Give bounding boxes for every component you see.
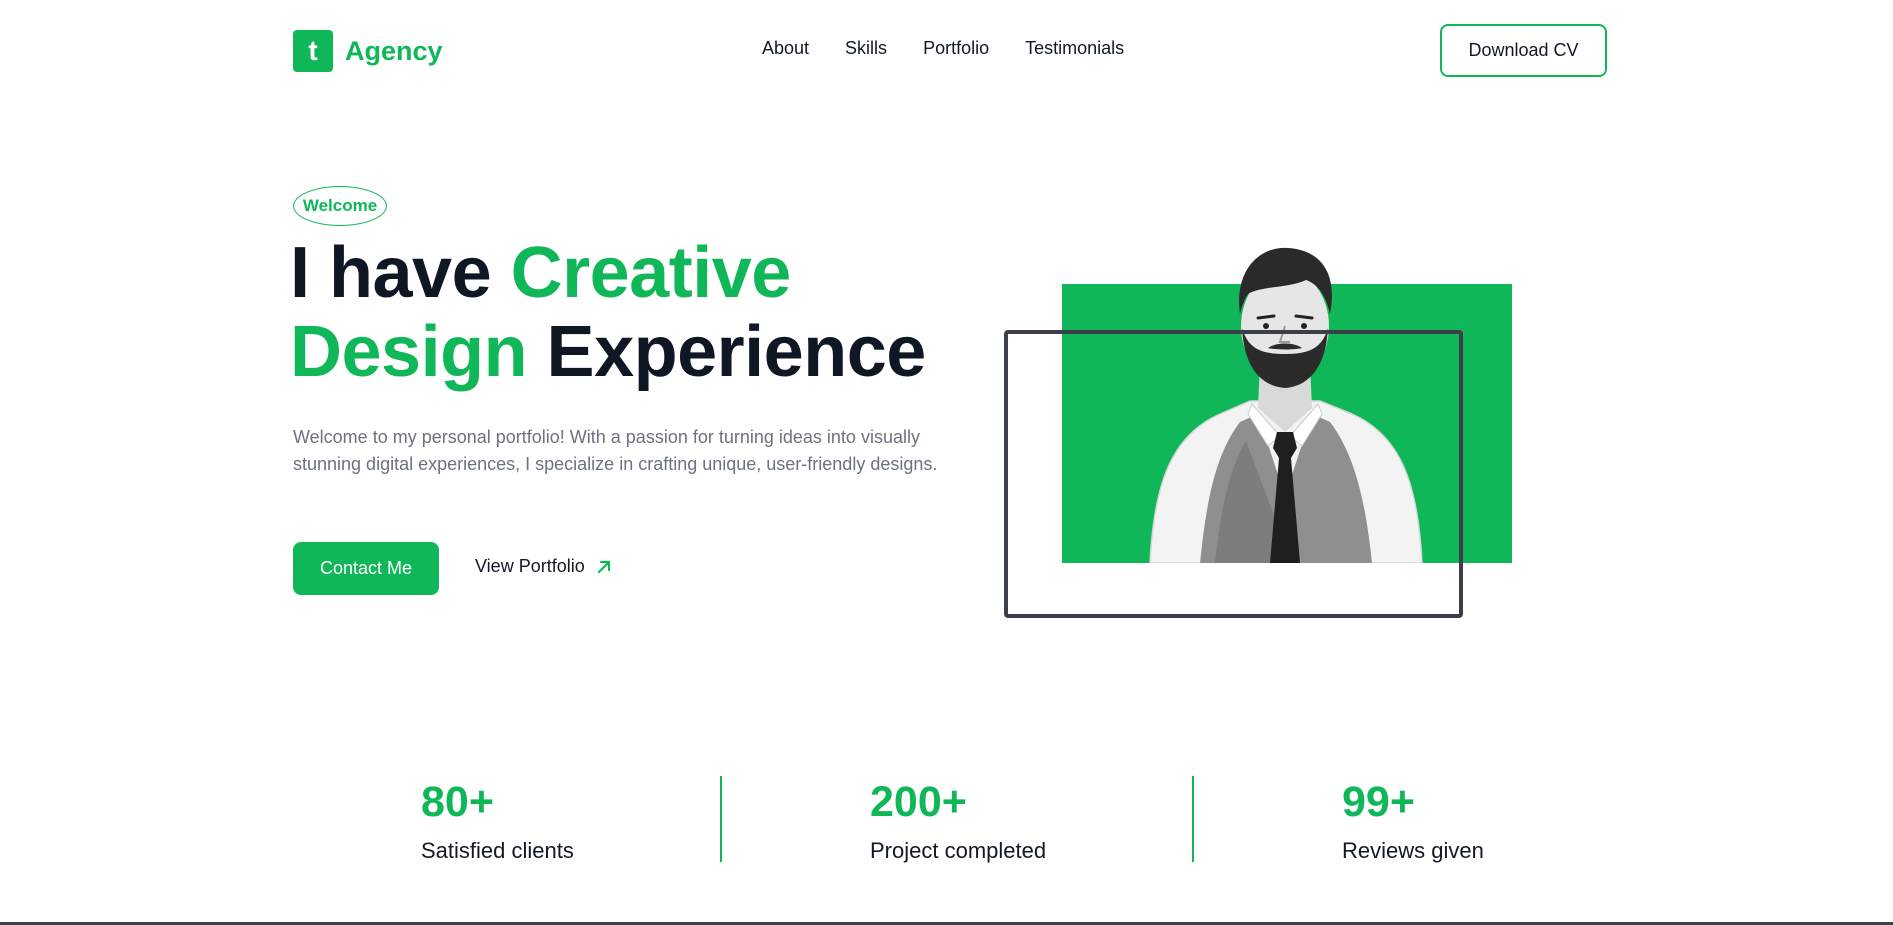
welcome-badge: Welcome (293, 186, 387, 226)
headline-highlight-creative: Creative (510, 233, 792, 313)
download-cv-button[interactable]: Download CV (1440, 24, 1607, 77)
contact-me-button[interactable]: Contact Me (293, 542, 439, 595)
stat-divider (720, 776, 722, 862)
headline-part-4: Experience (527, 312, 927, 392)
main-nav: About Skills Portfolio Testimonials (762, 38, 1124, 59)
nav-item-testimonials[interactable]: Testimonials (1025, 38, 1124, 59)
stat-label: Project completed (870, 838, 1047, 863)
view-portfolio-label: View Portfolio (475, 556, 585, 576)
outline-frame (1004, 330, 1463, 618)
nav-item-portfolio[interactable]: Portfolio (923, 38, 989, 59)
hero-headline: I have Creative Design Experience (290, 234, 926, 392)
stat-value: 99+ (1342, 778, 1415, 826)
stat-clients: 80+ Satisfied clients (421, 778, 574, 864)
stat-value: 80+ (421, 778, 494, 826)
stat-divider (1192, 776, 1194, 862)
site-header: t Agency About Skills Portfolio Testimon… (0, 0, 1893, 100)
stat-label: Satisfied clients (421, 838, 574, 863)
nav-item-about[interactable]: About (762, 38, 809, 59)
nav-item-skills[interactable]: Skills (845, 38, 887, 59)
stat-reviews: 99+ Reviews given (1342, 778, 1484, 864)
stat-label: Reviews given (1342, 838, 1484, 863)
logo-mark: t (293, 30, 333, 72)
hero-illustration (1000, 236, 1520, 621)
view-portfolio-link[interactable]: View Portfolio (475, 556, 613, 577)
stat-value: 200+ (870, 778, 967, 826)
headline-part-1: I have (290, 233, 511, 313)
headline-highlight-design: Design (290, 312, 528, 392)
stat-projects: 200+ Project completed (870, 778, 1046, 864)
arrow-up-right-icon (597, 560, 610, 573)
hero-description: Welcome to my personal portfolio! With a… (293, 427, 938, 474)
logo[interactable]: t Agency (293, 30, 443, 72)
logo-text: Agency (345, 35, 443, 66)
